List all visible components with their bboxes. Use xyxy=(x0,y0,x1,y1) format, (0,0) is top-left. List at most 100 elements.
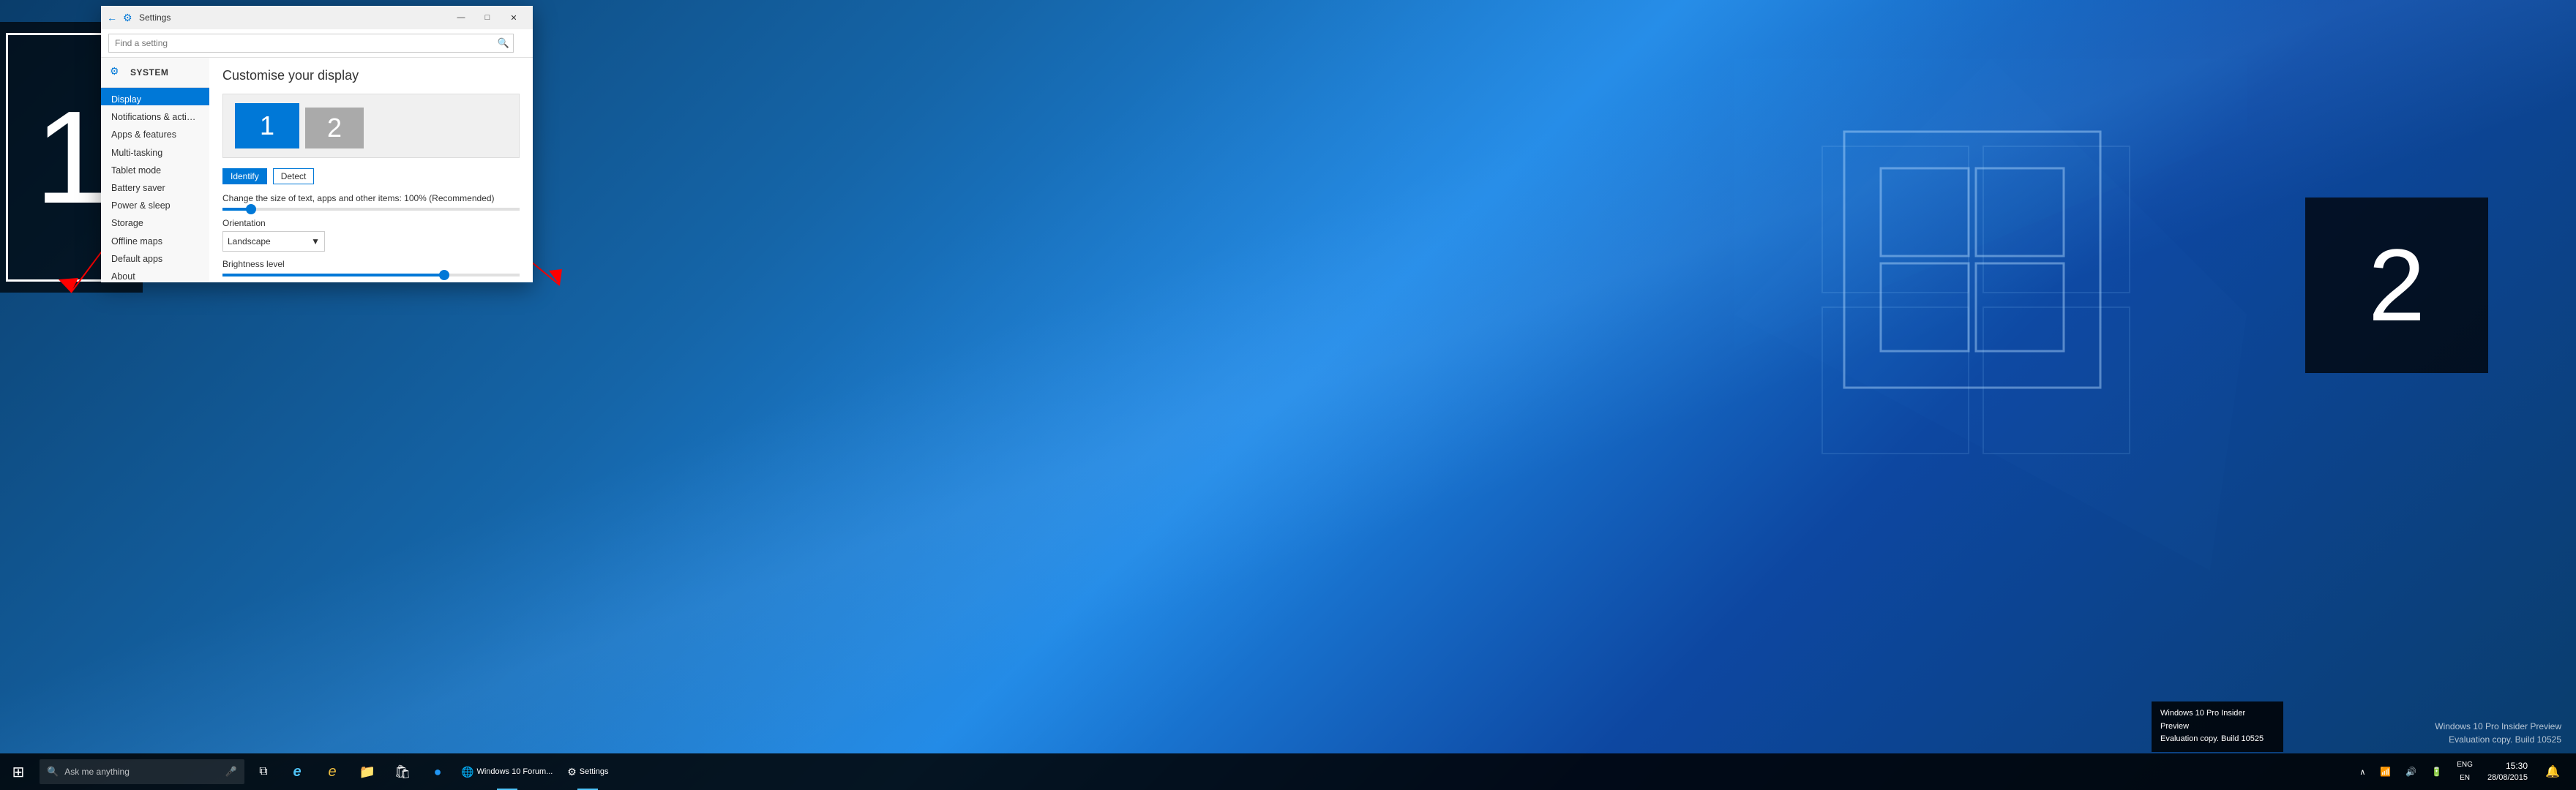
show-hidden-icon[interactable]: ∧ xyxy=(2359,767,2365,777)
settings-window: ← ⚙ Settings — □ ✕ 🔍 ⚙ SYSTEM Display xyxy=(101,6,533,282)
desktop-logo xyxy=(1734,59,2247,571)
clock[interactable]: 15:30 28/08/2015 xyxy=(2482,760,2534,783)
sidebar-item-battery[interactable]: Battery saver xyxy=(101,176,209,194)
start-button[interactable]: ⊞ xyxy=(0,753,37,790)
edge-icon: e xyxy=(293,764,301,780)
monitor-2-label: 2 xyxy=(327,113,342,143)
volume-icon: 🔊 xyxy=(2405,767,2416,777)
explorer-icon: 📁 xyxy=(359,764,375,780)
pinned-forum[interactable]: 🌐 Windows 10 Forum... xyxy=(455,753,558,790)
window-titlebar: ← ⚙ Settings — □ ✕ xyxy=(101,6,533,29)
windows-watermark: Windows 10 Pro Insider Preview Evaluatio… xyxy=(2435,720,2561,746)
monitor-1-preview[interactable]: 1 xyxy=(235,103,299,148)
settings-label: Settings xyxy=(580,767,609,776)
monitor-id-2-number: 2 xyxy=(2368,226,2425,345)
window-body: ⚙ SYSTEM Display Notifications & actions… xyxy=(101,58,533,282)
search-icon: 🔍 xyxy=(47,766,59,778)
pinned-store[interactable]: 🛍 xyxy=(385,753,420,790)
size-setting: Change the size of text, apps and other … xyxy=(222,193,520,211)
detect-button[interactable]: Detect xyxy=(273,168,315,184)
orientation-select[interactable]: Landscape ▼ xyxy=(222,231,325,252)
size-slider[interactable] xyxy=(222,208,520,211)
orientation-setting: Orientation Landscape ▼ xyxy=(222,218,520,252)
forum-icon: 🌐 xyxy=(461,766,473,778)
keyboard-label: EN xyxy=(2460,774,2470,783)
sidebar-header: ⚙ SYSTEM xyxy=(101,58,209,88)
search-placeholder: Ask me anything xyxy=(64,767,130,777)
taskbar-search[interactable]: 🔍 Ask me anything 🎤 xyxy=(40,759,244,784)
ie-icon: e xyxy=(328,764,336,780)
taskbar: ⊞ 🔍 Ask me anything 🎤 ⧉ e e 📁 🛍 xyxy=(0,753,2576,790)
identify-button[interactable]: Identify xyxy=(222,168,267,184)
tooltip-line2: Evaluation copy. Build 10525 xyxy=(2160,733,2274,746)
sidebar-item-tablet[interactable]: Tablet mode xyxy=(101,159,209,176)
task-view-button[interactable]: ⧉ xyxy=(247,753,280,790)
lang-label: ENG xyxy=(2457,761,2473,770)
watermark-line2: Evaluation copy. Build 10525 xyxy=(2435,733,2561,746)
mic-icon[interactable]: 🎤 xyxy=(225,766,237,778)
maximize-button[interactable]: □ xyxy=(474,6,501,29)
language-indicator[interactable]: ENG EN xyxy=(2451,761,2479,783)
notification-center-button[interactable]: 🔔 xyxy=(2536,753,2569,790)
orientation-value: Landscape xyxy=(228,236,271,247)
pinned-app1[interactable]: ● xyxy=(420,753,455,790)
tooltip-line1: Windows 10 Pro Insider Preview xyxy=(2160,707,2274,733)
brightness-slider[interactable] xyxy=(222,274,520,276)
system-icon: ⚙ xyxy=(110,65,124,80)
settings-search-bar: 🔍 xyxy=(101,29,533,58)
brightness-setting: Brightness level xyxy=(222,259,520,276)
sidebar-item-multitasking[interactable]: Multi-tasking xyxy=(101,141,209,159)
pinned-ie[interactable]: e xyxy=(315,753,350,790)
forum-label: Windows 10 Forum... xyxy=(476,767,553,776)
monitor-id-overlay-2: 2 xyxy=(2305,198,2488,373)
pinned-settings[interactable]: ⚙ Settings xyxy=(558,753,617,790)
sidebar-item-offline[interactable]: Offline maps xyxy=(101,230,209,247)
task-view-icon: ⧉ xyxy=(259,765,267,778)
desktop: 1 2 ← ⚙ Settings — □ ✕ 🔍 xyxy=(0,0,2576,790)
sidebar-item-display[interactable]: Display xyxy=(101,88,209,105)
notification-tooltip: Windows 10 Pro Insider Preview Evaluatio… xyxy=(2152,701,2283,752)
sidebar-item-notifications[interactable]: Notifications & actions xyxy=(101,105,209,123)
orientation-label: Orientation xyxy=(222,218,520,228)
sidebar-item-default[interactable]: Default apps xyxy=(101,247,209,265)
pinned-edge[interactable]: e xyxy=(280,753,315,790)
start-icon: ⊞ xyxy=(12,763,25,781)
chevron-down-icon: ▼ xyxy=(311,236,320,247)
notification-area: ∧ xyxy=(2354,767,2371,777)
settings-main-content: Customise your display 1 2 Identify Dete… xyxy=(209,58,533,282)
monitor-1-label: 1 xyxy=(260,110,274,141)
network-icon[interactable]: 📶 xyxy=(2374,767,2397,777)
back-button[interactable]: ← xyxy=(107,12,119,23)
sidebar-item-storage[interactable]: Storage xyxy=(101,211,209,229)
monitor-2-preview[interactable]: 2 xyxy=(305,108,364,148)
size-label: Change the size of text, apps and other … xyxy=(222,193,520,203)
pinned-explorer[interactable]: 📁 xyxy=(350,753,385,790)
system-tray: ∧ 📶 🔊 🔋 ENG EN 15:30 28/08/2015 🔔 xyxy=(2354,753,2576,790)
store-icon: 🛍 xyxy=(394,764,411,780)
close-button[interactable]: ✕ xyxy=(501,6,527,29)
battery-indicator[interactable]: 🔋 xyxy=(2425,767,2448,777)
time-display: 15:30 xyxy=(2506,760,2528,772)
app1-icon: ● xyxy=(434,764,442,780)
window-title: Settings xyxy=(139,12,448,23)
pinned-apps: e e 📁 🛍 ● 🌐 Windows 10 Forum... ⚙ Settin… xyxy=(280,753,617,790)
page-heading: Customise your display xyxy=(222,68,520,83)
window-controls: — □ ✕ xyxy=(448,6,527,29)
sidebar-header-text: SYSTEM xyxy=(130,67,168,78)
search-icon: 🔍 xyxy=(498,37,509,49)
settings-sidebar: ⚙ SYSTEM Display Notifications & actions… xyxy=(101,58,209,282)
sidebar-item-apps[interactable]: Apps & features xyxy=(101,123,209,140)
monitor-action-buttons: Identify Detect xyxy=(222,168,520,184)
settings-search-input[interactable] xyxy=(108,34,514,53)
notification-icon: 🔔 xyxy=(2545,764,2560,779)
minimize-button[interactable]: — xyxy=(448,6,474,29)
wifi-icon: 📶 xyxy=(2380,767,2391,777)
date-display: 28/08/2015 xyxy=(2487,772,2528,783)
watermark-line1: Windows 10 Pro Insider Preview xyxy=(2435,720,2561,733)
settings-title-icon: ⚙ xyxy=(123,12,135,23)
volume-control[interactable]: 🔊 xyxy=(2400,767,2422,777)
battery-icon: 🔋 xyxy=(2431,767,2442,777)
sidebar-item-about[interactable]: About xyxy=(101,265,209,282)
brightness-label: Brightness level xyxy=(222,259,520,269)
sidebar-item-power[interactable]: Power & sleep xyxy=(101,194,209,211)
